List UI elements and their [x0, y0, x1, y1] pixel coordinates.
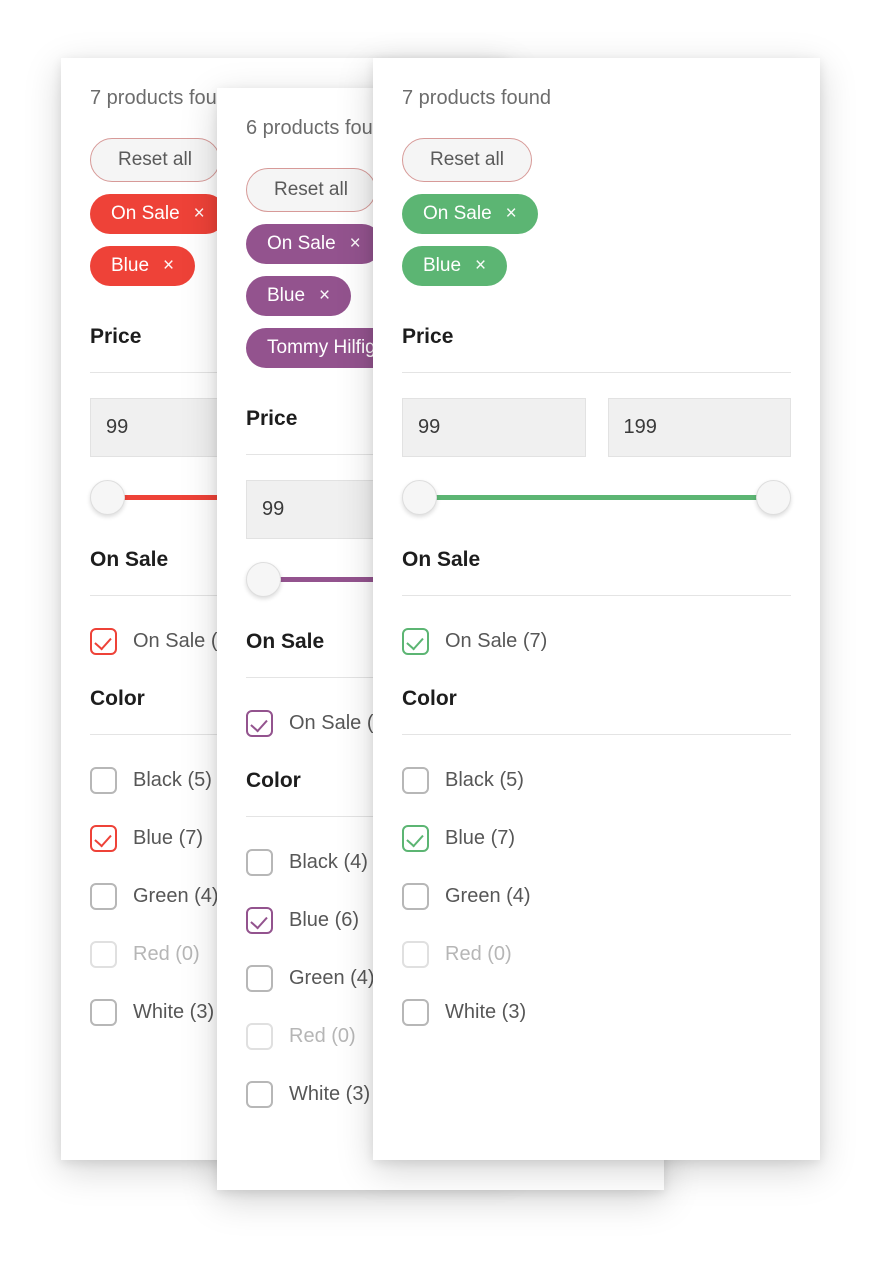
slider-knob-min[interactable]: [402, 480, 437, 515]
filter-chip-purple-0[interactable]: On Sale ×: [246, 224, 382, 264]
color-checkbox-list-green: Black (5) Blue (7) Green (4) Red (0) Whi…: [402, 761, 791, 1031]
checkbox-icon[interactable]: [90, 998, 117, 1026]
slider-knob-min[interactable]: [246, 562, 281, 597]
onsale-checkbox-group-green: On Sale (7): [402, 622, 791, 660]
price-input-row-green: 99 199: [402, 398, 791, 457]
checkbox-icon[interactable]: [402, 998, 429, 1026]
filter-chip-red-1[interactable]: Blue ×: [90, 246, 196, 286]
divider: [402, 372, 791, 373]
color-section-title-green: Color: [402, 687, 457, 710]
results-count-green: 7 products found: [402, 87, 551, 109]
reset-all-button-green[interactable]: Reset all: [402, 138, 532, 182]
checkbox-icon[interactable]: [90, 627, 117, 655]
color-option-row[interactable]: Green (4): [402, 877, 791, 915]
filter-chip-green-0[interactable]: On Sale ×: [402, 194, 538, 234]
checkbox-label: Blue (6): [289, 909, 360, 931]
checkbox-icon: [90, 940, 117, 968]
checkbox-icon[interactable]: [246, 906, 273, 934]
slider-knob-min[interactable]: [90, 480, 125, 515]
active-filter-chips-green: On Sale × Blue ×: [402, 194, 791, 298]
divider: [402, 595, 791, 596]
filter-chip-label: On Sale: [111, 203, 180, 224]
filter-chip-green-1[interactable]: Blue ×: [402, 246, 508, 286]
onsale-checkbox-row-green[interactable]: On Sale (7): [402, 622, 791, 660]
slider-knob-max[interactable]: [756, 480, 791, 515]
checkbox-icon[interactable]: [402, 882, 429, 910]
onsale-section-title-green: On Sale: [402, 548, 481, 571]
divider: [402, 734, 791, 735]
filter-panel-green: 7 products found Reset all On Sale × Blu…: [373, 58, 820, 1160]
color-option-row: Red (0): [402, 935, 791, 973]
price-min-input-green[interactable]: 99: [402, 398, 586, 457]
chip-remove-icon[interactable]: ×: [475, 256, 486, 275]
price-range-slider-green[interactable]: [402, 473, 791, 521]
checkbox-label: Blue (7): [445, 827, 516, 849]
checkbox-label: On Sale (7): [445, 630, 548, 652]
checkbox-icon[interactable]: [246, 1080, 273, 1108]
filter-chip-red-0[interactable]: On Sale ×: [90, 194, 226, 234]
chip-remove-icon[interactable]: ×: [194, 204, 205, 223]
chip-remove-icon[interactable]: ×: [163, 256, 174, 275]
chip-remove-icon[interactable]: ×: [319, 286, 330, 305]
checkbox-icon[interactable]: [90, 882, 117, 910]
reset-all-row-green: Reset all: [402, 138, 791, 182]
filter-chip-purple-1[interactable]: Blue ×: [246, 276, 352, 316]
price-section-title-green: Price: [402, 325, 454, 348]
checkbox-label: White (3): [445, 1001, 527, 1023]
checkbox-icon[interactable]: [246, 964, 273, 992]
filter-chip-label: Blue: [111, 255, 150, 276]
filter-chip-label: Blue: [423, 255, 462, 276]
checkbox-icon[interactable]: [246, 709, 273, 737]
checkbox-label: Green (4): [289, 967, 375, 989]
price-max-input-green[interactable]: 199: [607, 398, 791, 457]
checkbox-icon[interactable]: [90, 766, 117, 794]
checkbox-label: Blue (7): [133, 827, 204, 849]
filter-chip-label: On Sale: [267, 233, 336, 254]
checkbox-label: Green (4): [445, 885, 531, 907]
color-option-row[interactable]: Black (5): [402, 761, 791, 799]
color-option-row[interactable]: Blue (7): [402, 819, 791, 857]
checkbox-label: Red (0): [133, 943, 200, 965]
checkbox-label: Red (0): [445, 943, 512, 965]
checkbox-icon[interactable]: [246, 848, 273, 876]
color-option-row[interactable]: White (3): [402, 993, 791, 1031]
checkbox-icon[interactable]: [402, 824, 429, 852]
screenshot-stage: 7 products found Reset all On Sale × Blu…: [0, 0, 881, 1280]
filter-panel-green-content: 7 products found Reset all On Sale × Blu…: [373, 58, 820, 1061]
checkbox-icon[interactable]: [402, 766, 429, 794]
checkbox-label: Red (0): [289, 1025, 356, 1047]
checkbox-label: White (3): [289, 1083, 371, 1105]
checkbox-icon: [402, 940, 429, 968]
reset-all-button-red[interactable]: Reset all: [90, 138, 220, 182]
chip-remove-icon[interactable]: ×: [506, 204, 517, 223]
checkbox-icon[interactable]: [402, 627, 429, 655]
checkbox-label: Green (4): [133, 885, 219, 907]
filter-chip-label: On Sale: [423, 203, 492, 224]
checkbox-icon[interactable]: [90, 824, 117, 852]
checkbox-icon: [246, 1022, 273, 1050]
checkbox-label: Black (4): [289, 851, 368, 873]
reset-all-button-purple[interactable]: Reset all: [246, 168, 376, 212]
slider-track: [419, 495, 774, 500]
filter-chip-label: Blue: [267, 285, 306, 306]
checkbox-label: Black (5): [445, 769, 524, 791]
checkbox-label: White (3): [133, 1001, 215, 1023]
chip-remove-icon[interactable]: ×: [350, 234, 361, 253]
checkbox-label: Black (5): [133, 769, 212, 791]
